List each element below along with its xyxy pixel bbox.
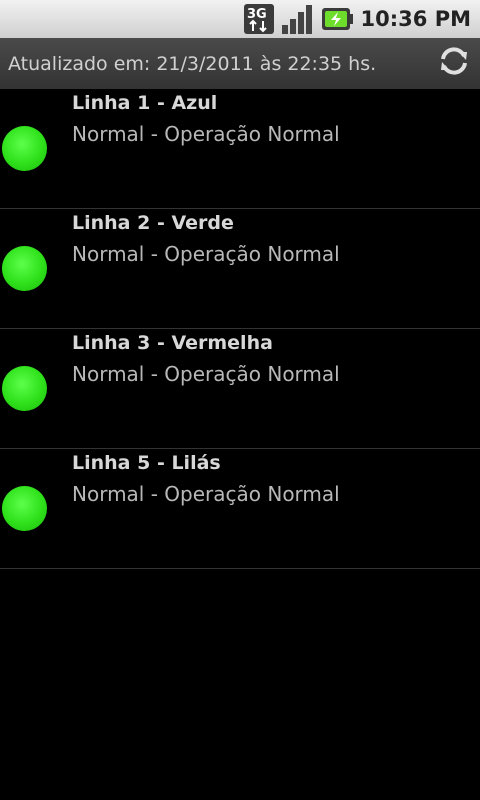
battery-charging-icon: [321, 6, 353, 32]
header-bar: Atualizado em: 21/3/2011 às 22:35 hs.: [0, 38, 480, 89]
line-title: Linha 1 - Azul: [72, 92, 218, 114]
line-status: Normal - Operação Normal: [72, 122, 340, 146]
last-updated-text: Atualizado em: 21/3/2011 às 22:35 hs.: [8, 52, 377, 75]
status-bar: 3G 10:36 PM: [0, 0, 480, 38]
status-indicator-icon: [2, 366, 47, 411]
clock: 10:36 PM: [360, 7, 471, 31]
status-indicator-icon: [2, 246, 47, 291]
lines-list: Linha 1 - Azul Normal - Operação Normal …: [0, 89, 480, 569]
list-item-line-1[interactable]: Linha 1 - Azul Normal - Operação Normal: [0, 89, 480, 209]
line-status: Normal - Operação Normal: [72, 482, 340, 506]
line-status: Normal - Operação Normal: [72, 242, 340, 266]
3g-icon: 3G: [243, 3, 275, 35]
line-title: Linha 5 - Lilás: [72, 452, 221, 474]
svg-text:3G: 3G: [247, 7, 267, 22]
line-title: Linha 3 - Vermelha: [72, 332, 273, 354]
refresh-icon: [437, 44, 471, 82]
line-title: Linha 2 - Verde: [72, 212, 234, 234]
signal-bars-icon: [281, 3, 315, 35]
line-status: Normal - Operação Normal: [72, 362, 340, 386]
list-item-line-2[interactable]: Linha 2 - Verde Normal - Operação Normal: [0, 209, 480, 329]
status-indicator-icon: [2, 126, 47, 171]
list-item-line-5[interactable]: Linha 5 - Lilás Normal - Operação Normal: [0, 449, 480, 569]
refresh-button[interactable]: [436, 45, 472, 81]
status-indicator-icon: [2, 486, 47, 531]
list-item-line-3[interactable]: Linha 3 - Vermelha Normal - Operação Nor…: [0, 329, 480, 449]
